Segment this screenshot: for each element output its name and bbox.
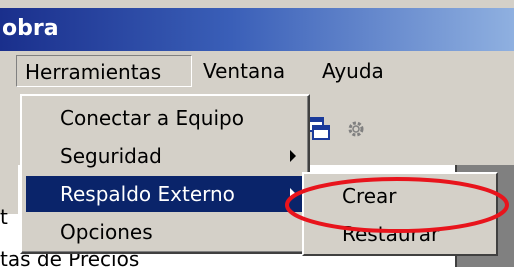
menu-bar: Herramientas Ventana Ayuda — [0, 51, 514, 93]
menu-item-label: Conectar a Equipo — [60, 106, 244, 130]
herramientas-dropdown: Conectar a Equipo Seguridad Respaldo Ext… — [20, 94, 310, 254]
menu-item-seguridad[interactable]: Seguridad — [26, 138, 306, 174]
window-title: obra — [2, 16, 59, 41]
gear-icon[interactable] — [345, 118, 367, 140]
toolbar — [300, 94, 514, 164]
app-window: obra Herramientas Ventana Ayuda t tas de… — [0, 0, 514, 267]
menu-item-label: Respaldo Externo — [60, 182, 235, 206]
menu-item-respaldo-externo[interactable]: Respaldo Externo — [26, 176, 306, 212]
background-text: t — [0, 205, 8, 229]
menu-ventana[interactable]: Ventana — [195, 55, 305, 87]
menu-item-label: Opciones — [60, 220, 153, 244]
left-panel — [0, 94, 18, 214]
menu-herramientas[interactable]: Herramientas — [16, 55, 192, 87]
menu-item-opciones[interactable]: Opciones — [26, 214, 306, 250]
menu-item-label: Seguridad — [60, 144, 162, 168]
highlight-ellipse — [285, 177, 509, 233]
title-bar[interactable]: obra — [0, 8, 514, 51]
submenu-arrow-icon — [290, 150, 296, 162]
menu-ayuda[interactable]: Ayuda — [314, 55, 404, 87]
menu-item-conectar-equipo[interactable]: Conectar a Equipo — [26, 100, 306, 136]
